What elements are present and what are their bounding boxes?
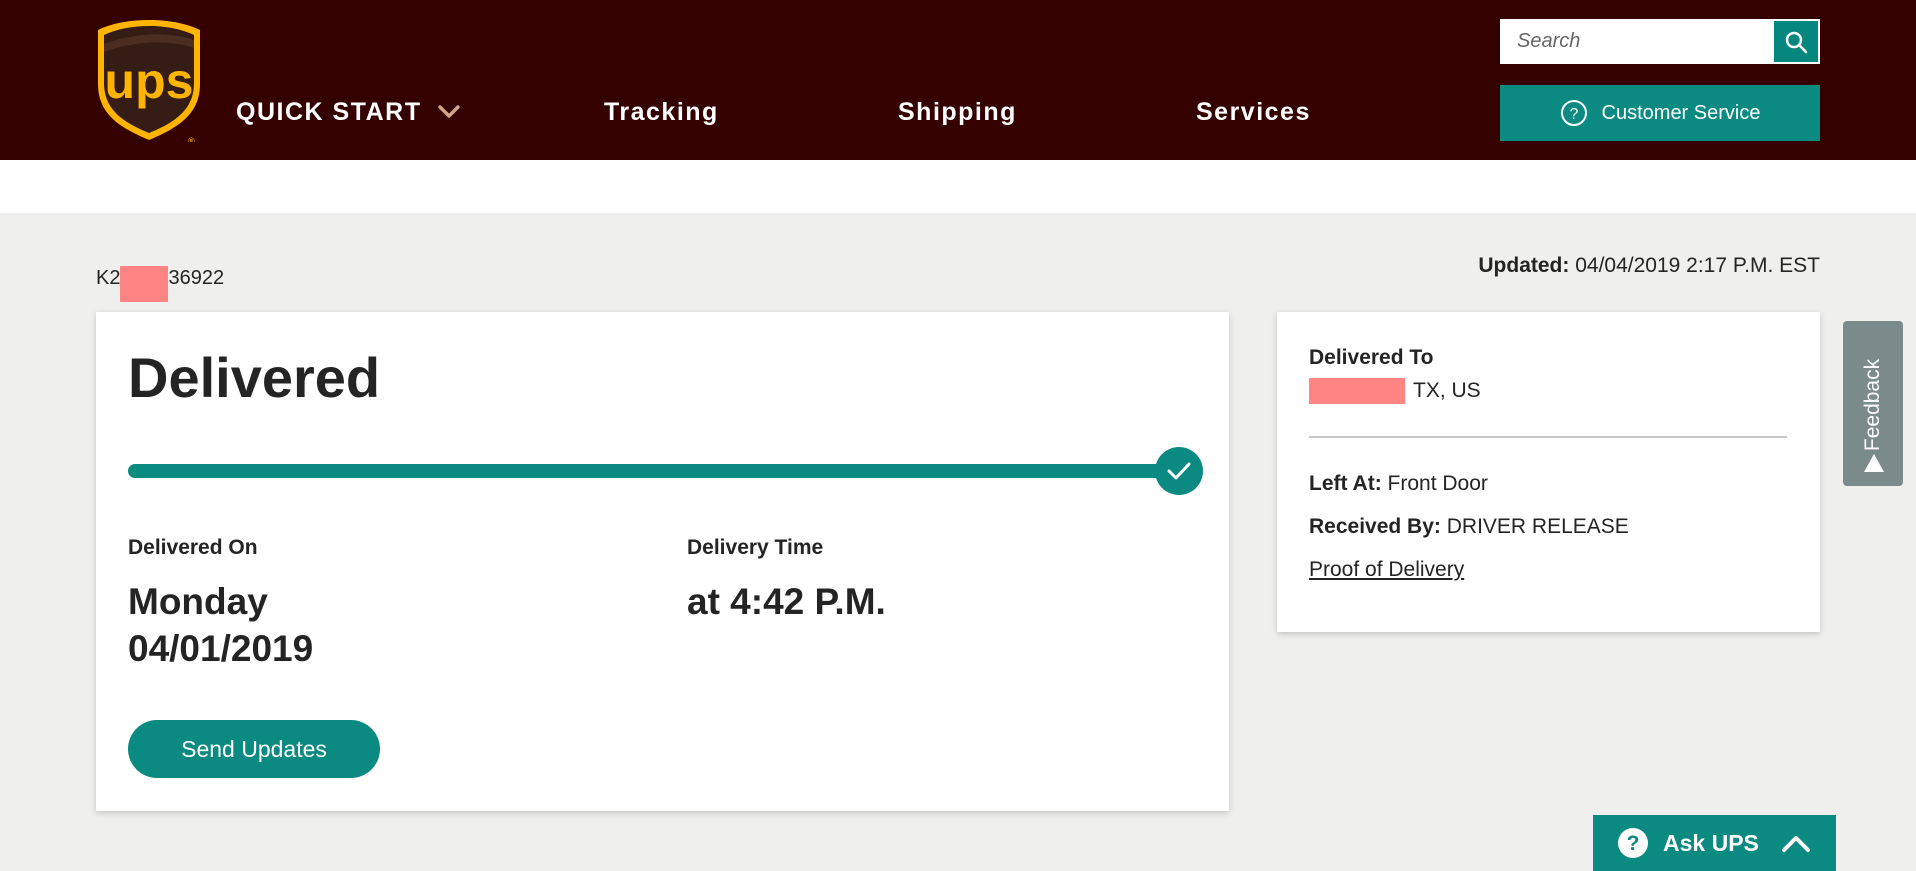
nav-tracking[interactable]: Tracking [604, 98, 719, 127]
triangle-up-icon [1864, 454, 1884, 472]
ask-ups-button[interactable]: ? Ask UPS [1593, 815, 1836, 871]
nav-quick-start[interactable]: QUICK START [236, 98, 421, 127]
tracking-number-prefix: K2 [96, 266, 121, 289]
left-at-row: Left At: Front Door [1309, 472, 1488, 496]
delivery-time-value: at 4:42 P.M. [687, 581, 886, 622]
send-updates-button[interactable]: Send Updates [128, 720, 380, 778]
updated-label: Updated: [1478, 254, 1570, 277]
search-input[interactable] [1502, 21, 1776, 62]
delivered-to-label: Delivered To [1309, 346, 1434, 369]
divider [1309, 436, 1787, 438]
received-by-row: Received By: DRIVER RELEASE [1309, 515, 1629, 539]
delivery-details-card: Delivered To TX, US Left At: Front Door … [1277, 312, 1820, 632]
ups-logo[interactable]: ups ® [96, 18, 202, 146]
received-by-value: DRIVER RELEASE [1446, 515, 1629, 538]
svg-text:?: ? [1569, 106, 1578, 123]
progress-bar [128, 464, 1178, 478]
header-spacer [0, 160, 1916, 213]
ask-ups-label: Ask UPS [1663, 829, 1759, 856]
left-at-label: Left At: [1309, 472, 1382, 495]
customer-service-button[interactable]: ? Customer Service [1500, 85, 1820, 141]
site-header: ups ® QUICK START Tracking Shipping Serv… [0, 0, 1916, 160]
delivery-status-card: Delivered Delivered On Monday 04/01/2019… [96, 312, 1229, 811]
chevron-up-icon [1781, 836, 1810, 852]
delivered-on-day: Monday [128, 581, 268, 622]
delivered-to-address: TX, US [1309, 378, 1481, 404]
nav-services[interactable]: Services [1196, 98, 1311, 127]
svg-text:?: ? [1627, 832, 1640, 855]
delivered-to-value: TX, US [1413, 379, 1481, 402]
redaction-box [1309, 378, 1405, 404]
checkmark-icon [1167, 462, 1191, 480]
delivery-time-label: Delivery Time [687, 536, 824, 559]
tracking-number: K2 36922 [96, 254, 224, 302]
question-circle-icon: ? [1560, 100, 1587, 126]
feedback-tab[interactable]: Feedback [1843, 321, 1903, 486]
customer-service-label: Customer Service [1601, 101, 1761, 124]
svg-text:®: ® [188, 136, 195, 142]
delivered-on-date: 04/01/2019 [128, 628, 314, 669]
search-icon [1785, 31, 1808, 53]
ups-logo-text: ups [105, 53, 194, 109]
feedback-label: Feedback [1861, 358, 1884, 452]
left-at-value: Front Door [1387, 472, 1488, 495]
status-title: Delivered [128, 346, 381, 409]
question-circle-icon: ? [1618, 828, 1648, 858]
search-button[interactable] [1774, 21, 1818, 62]
proof-of-delivery-link[interactable]: Proof of Delivery [1309, 558, 1464, 582]
search-box [1500, 19, 1820, 64]
delivered-on-label: Delivered On [128, 536, 258, 559]
chevron-down-icon[interactable] [437, 104, 461, 120]
tracking-number-suffix: 36922 [168, 266, 225, 289]
updated-value: 04/04/2019 2:17 P.M. EST [1575, 254, 1820, 277]
updated-timestamp: Updated: 04/04/2019 2:17 P.M. EST [1478, 254, 1820, 278]
progress-complete-marker [1155, 447, 1203, 495]
redaction-box [120, 266, 169, 302]
nav-shipping[interactable]: Shipping [898, 98, 1017, 127]
received-by-label: Received By: [1309, 515, 1441, 538]
